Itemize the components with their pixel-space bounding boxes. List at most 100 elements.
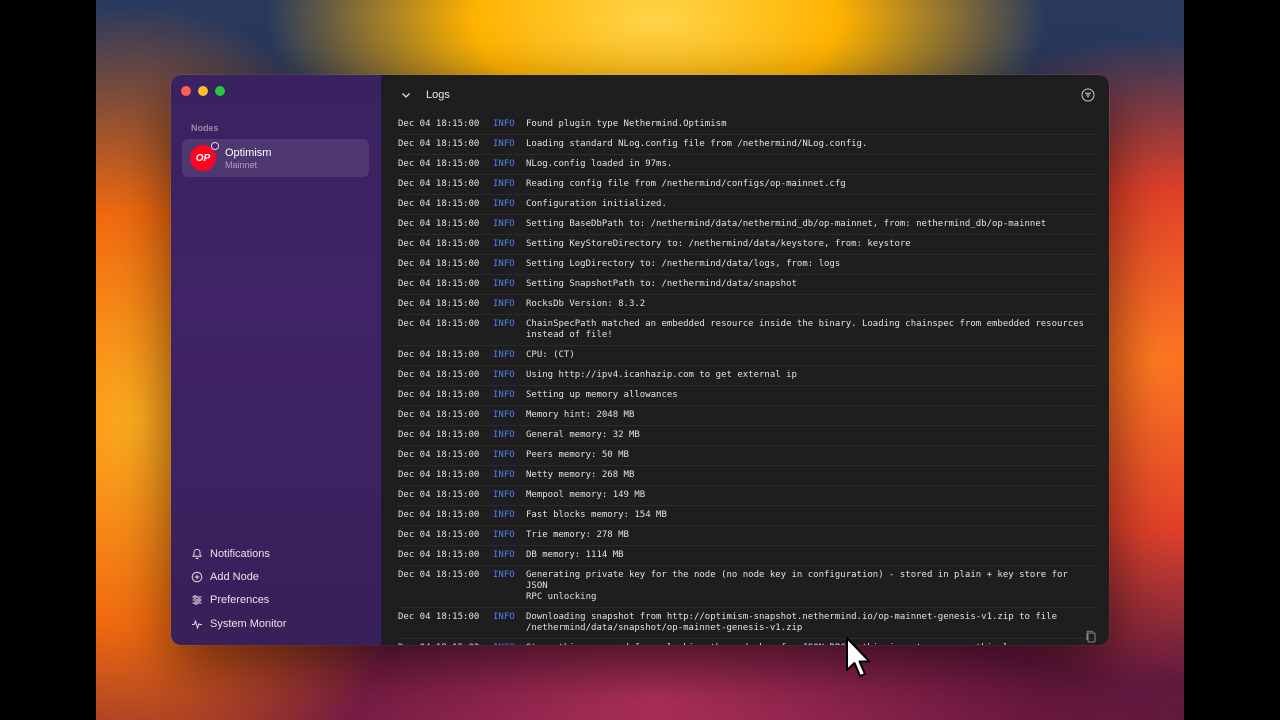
log-timestamp: Dec 04 18:15:00: [398, 550, 480, 560]
log-row: Dec 04 18:15:00 INFO Found plugin type Net…: [398, 115, 1097, 135]
log-message: Setting up memory allowances: [526, 390, 678, 400]
log-message: Setting SnapshotPath to: /nethermind/dat…: [526, 279, 797, 289]
log-level: INFO: [493, 279, 515, 289]
log-row: Dec 04 18:15:00 INFO Trie memory: 278 MB: [398, 526, 1097, 546]
log-message: Setting KeyStoreDirectory to: /nethermin…: [526, 239, 911, 249]
optimism-logo-text: OP: [195, 152, 211, 164]
log-row: Dec 04 18:15:00 INFO Setting KeyStoreDirec…: [398, 235, 1097, 255]
plus-circle-icon: [191, 571, 203, 583]
sidebar-item-label: Add Node: [210, 571, 259, 584]
log-level: INFO: [493, 119, 515, 129]
pulse-icon: [192, 619, 202, 630]
log-message: DB memory: 1114 MB: [526, 550, 624, 560]
log-row: Dec 04 18:15:00 INFO ChainSpecPath matched…: [398, 315, 1097, 346]
log-row: Dec 04 18:15:00 INFO Mempool memory: 149 M…: [398, 486, 1097, 506]
close-window-button[interactable]: [181, 86, 191, 96]
sidebar-item-optimism[interactable]: OP Optimism Mainnet: [182, 139, 369, 177]
optimism-logo-icon: OP: [190, 142, 219, 171]
log-timestamp: Dec 04 18:15:00: [398, 370, 480, 380]
log-message: Trie memory: 278 MB: [526, 530, 629, 540]
log-level: INFO: [493, 319, 515, 329]
copy-icon[interactable]: [1085, 630, 1097, 643]
log-message: Fast blocks memory: 154 MB: [526, 510, 667, 520]
log-row: Dec 04 18:15:00 INFO Loading standard NLog…: [398, 135, 1097, 155]
log-row: Dec 04 18:15:00 INFO Setting SnapshotPath …: [398, 275, 1097, 295]
sidebar-item-preferences[interactable]: Preferences: [191, 589, 286, 612]
log-message: Downloading snapshot from http://optimis…: [526, 612, 1058, 633]
log-level: INFO: [493, 510, 515, 520]
log-timestamp: Dec 04 18:15:00: [398, 490, 480, 500]
zoom-window-button[interactable]: [215, 86, 225, 96]
sidebar-item-add-node[interactable]: Add Node: [191, 565, 286, 588]
log-message: Using http://ipv4.icanhazip.com to get e…: [526, 370, 797, 380]
log-row: Dec 04 18:15:00 INFO DB memory: 1114 MB: [398, 546, 1097, 566]
log-message: NLog.config loaded in 97ms.: [526, 159, 673, 169]
log-message: Setting BaseDbPath to: /nethermind/data/…: [526, 219, 1047, 229]
log-level: INFO: [493, 139, 515, 149]
log-row: Dec 04 18:15:00 INFO Generating private ke…: [398, 566, 1097, 608]
log-level: INFO: [493, 199, 515, 209]
log-timestamp: Dec 04 18:15:00: [398, 570, 480, 580]
log-timestamp: Dec 04 18:15:00: [398, 390, 480, 400]
log-timestamp: Dec 04 18:15:00: [398, 430, 480, 440]
log-message: Store this password for unlocking the no…: [526, 643, 1097, 645]
sidebar-item-system-monitor[interactable]: System Monitor: [191, 612, 286, 635]
sidebar-item-notifications[interactable]: Notifications: [191, 542, 286, 565]
log-row: Dec 04 18:15:00 INFO CPU: (CT): [398, 346, 1097, 366]
log-message: Setting LogDirectory to: /nethermind/dat…: [526, 259, 841, 269]
log-level: INFO: [493, 410, 515, 420]
log-level: INFO: [493, 299, 515, 309]
log-message: General memory: 32 MB: [526, 430, 640, 440]
log-level: INFO: [493, 219, 515, 229]
log-row: Dec 04 18:15:00 INFO Setting LogDirectory …: [398, 255, 1097, 275]
node-network: Mainnet: [225, 159, 258, 170]
page-title: Logs: [426, 89, 450, 101]
log-level: INFO: [493, 470, 515, 480]
log-message: Loading standard NLog.config file from /…: [526, 139, 868, 149]
log-level: INFO: [493, 490, 515, 500]
log-message: Generating private key for the node (no …: [526, 570, 1068, 602]
log-message: Memory hint: 2048 MB: [526, 410, 635, 420]
sidebar-item-label: Notifications: [210, 547, 270, 560]
log-row: Dec 04 18:15:00 INFO NLog.config loaded in…: [398, 155, 1097, 175]
log-timestamp: Dec 04 18:15:00: [398, 410, 480, 420]
log-message: Reading config file from /nethermind/con…: [526, 179, 846, 189]
sidebar: Nodes OP Optimism Mainnet Notifications …: [171, 75, 382, 645]
log-timestamp: Dec 04 18:15:00: [398, 470, 480, 480]
log-message: Mempool memory: 149 MB: [526, 490, 646, 500]
chevron-down-icon[interactable]: [400, 89, 412, 101]
log-level: INFO: [493, 350, 515, 360]
log-row: Dec 04 18:15:00 INFO Netty memory: 268 MB: [398, 466, 1097, 486]
log-timestamp: Dec 04 18:15:00: [398, 319, 480, 329]
log-timestamp: Dec 04 18:15:00: [398, 199, 480, 209]
log-timestamp: Dec 04 18:15:00: [398, 350, 480, 360]
log-message: Found plugin type Nethermind.Optimism: [526, 119, 727, 129]
log-row: Dec 04 18:15:00 INFO Configuration initial…: [398, 195, 1097, 215]
mouse-pointer-icon: [846, 637, 871, 677]
sidebar-item-label: Preferences: [210, 594, 270, 607]
log-level: INFO: [493, 370, 515, 380]
log-row: Dec 04 18:15:00 INFO Fast blocks memory: 1…: [398, 506, 1097, 526]
log-message: CPU: (CT): [526, 350, 575, 360]
log-message: Netty memory: 268 MB: [526, 470, 635, 480]
log-list[interactable]: Dec 04 18:15:00 INFO Found plugin type Net…: [382, 115, 1109, 645]
letterbox-left: [0, 0, 96, 720]
window-controls: [181, 86, 225, 96]
log-timestamp: Dec 04 18:15:02: [398, 643, 493, 645]
log-row: Dec 04 18:15:00 INFO Reading config file f…: [398, 175, 1097, 195]
minimize-window-button[interactable]: [198, 86, 208, 96]
log-row: Dec 04 18:15:00 INFO Memory hint: 2048 MB: [398, 406, 1097, 426]
log-timestamp: Dec 04 18:15:00: [398, 179, 480, 189]
log-message: Peers memory: 50 MB: [526, 450, 629, 460]
log-message: RocksDb Version: 8.3.2: [526, 299, 646, 309]
log-timestamp: Dec 04 18:15:00: [398, 119, 480, 129]
sliders-icon: [192, 595, 202, 606]
filter-icon[interactable]: [1081, 88, 1095, 102]
nodes-heading: Nodes: [191, 123, 219, 133]
logs-header: Logs: [382, 75, 1109, 115]
log-level: INFO: [493, 239, 515, 249]
log-timestamp: Dec 04 18:15:00: [398, 259, 480, 269]
log-row: Dec 04 18:15:00 INFO Peers memory: 50 MB: [398, 446, 1097, 466]
log-row: Dec 04 18:15:02INFOStore this password f…: [398, 639, 1097, 645]
sidebar-menu: Notifications Add Node Preferences Syste…: [191, 542, 286, 636]
